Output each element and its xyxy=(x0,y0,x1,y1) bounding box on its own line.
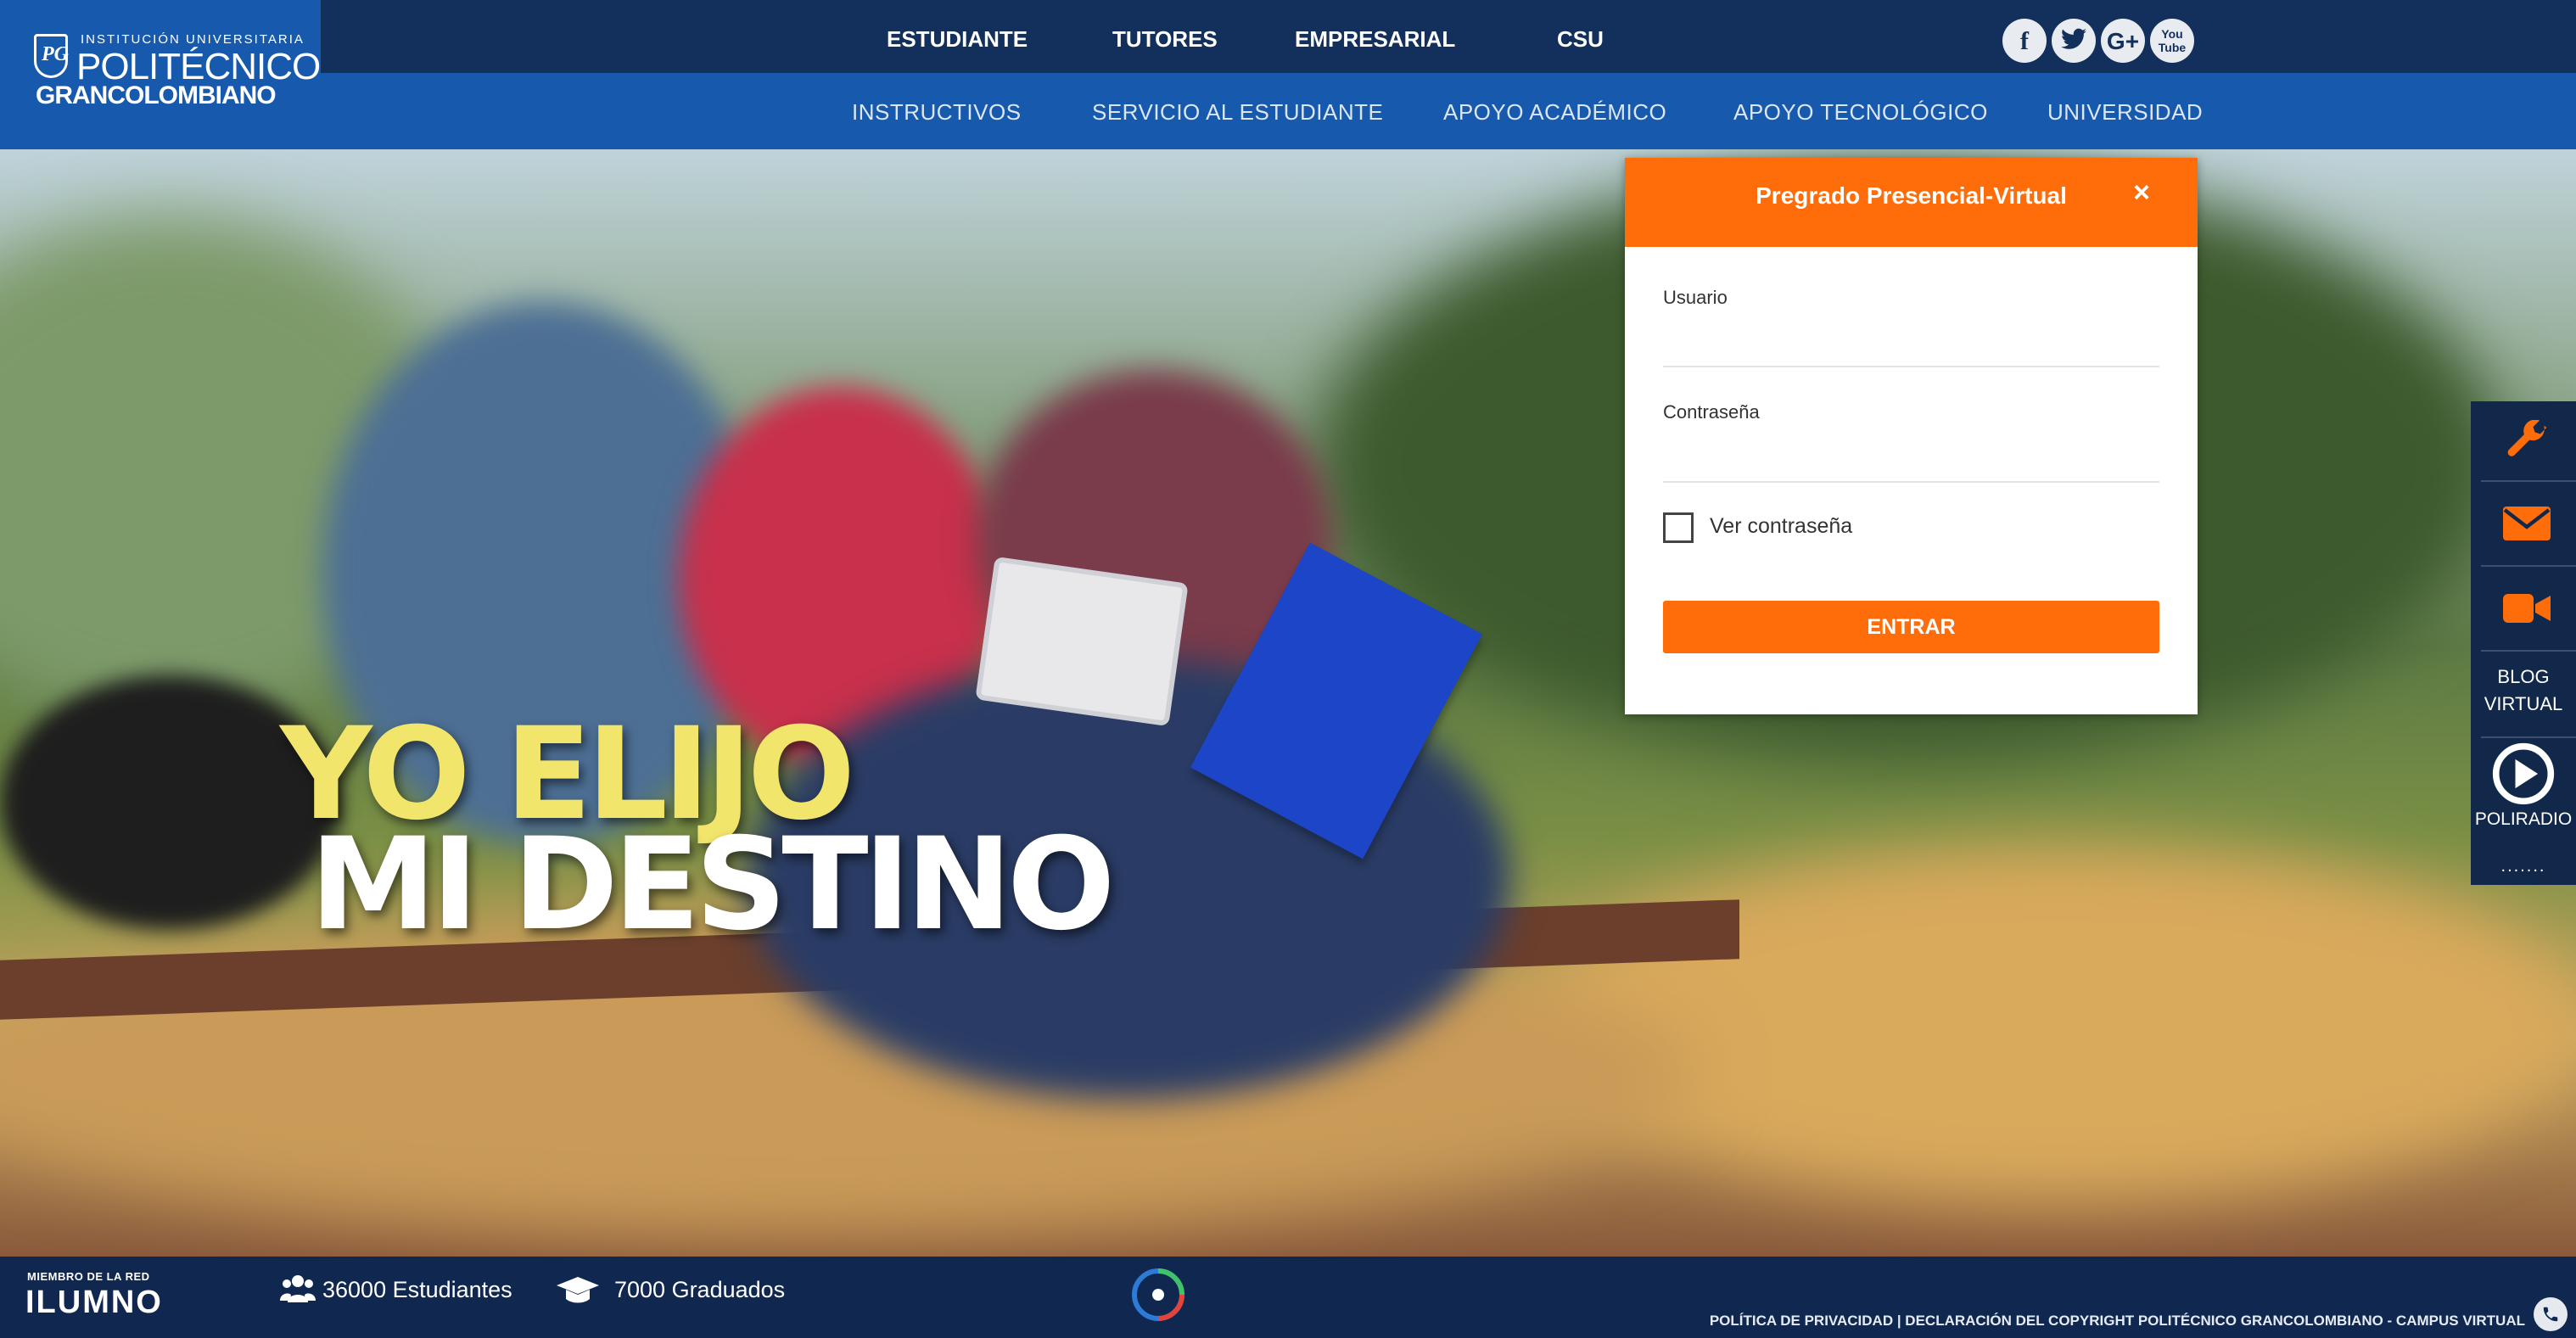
login-title: Pregrado Presencial-Virtual xyxy=(1756,182,2067,209)
logo-monogram-icon: PG xyxy=(34,34,69,78)
poliradio-label: POLIRADIO xyxy=(2474,809,2573,829)
subnav-universidad[interactable]: UNIVERSIDAD xyxy=(2047,73,2203,149)
tablet-device xyxy=(975,556,1189,727)
youtube-icon[interactable]: You Tube xyxy=(2150,19,2194,63)
side-toolbar: BLOG VIRTUAL POLIRADIO ....... xyxy=(2471,401,2576,885)
login-header: Pregrado Presencial-Virtual × xyxy=(1625,158,2198,247)
blog-label-line2: VIRTUAL xyxy=(2484,693,2563,714)
subnav-apoyo-tecnologico[interactable]: APOYO TECNOLÓGICO xyxy=(1733,73,1988,149)
show-password-label[interactable]: Ver contraseña xyxy=(1710,514,1852,539)
video-camera-icon xyxy=(2503,594,2551,623)
password-label: Contraseña xyxy=(1663,401,1760,423)
blog-label-line1: BLOG xyxy=(2497,666,2550,687)
ilumno-network-label: MIEMBRO DE LA RED xyxy=(27,1270,150,1283)
nav-csu[interactable]: CSU xyxy=(1557,0,1604,73)
legal-links[interactable]: POLÍTICA DE PRIVACIDAD | DECLARACIÓN DEL… xyxy=(1710,1313,2525,1330)
nav-empresarial[interactable]: EMPRESARIAL xyxy=(1295,0,1455,73)
twitter-icon[interactable] xyxy=(2052,19,2096,63)
password-input[interactable] xyxy=(1663,434,2159,471)
poliradio-button[interactable]: POLIRADIO xyxy=(2471,738,2576,840)
users-icon xyxy=(280,1275,316,1302)
login-panel: Pregrado Presencial-Virtual × Usuario Co… xyxy=(1625,158,2198,714)
usuario-input[interactable] xyxy=(1663,319,2159,356)
play-circle-icon xyxy=(2492,742,2555,805)
facebook-icon[interactable]: f xyxy=(2002,19,2047,63)
footer-bar: MIEMBRO DE LA RED ILUMNO 36000 Estudiant… xyxy=(0,1257,2576,1338)
subnav-apoyo-academico[interactable]: APOYO ACADÉMICO xyxy=(1443,73,1666,149)
graduates-count: 7000 Graduados xyxy=(614,1277,786,1302)
subnav-servicio-al-estudiante[interactable]: SERVICIO AL ESTUDIANTE xyxy=(1092,73,1383,149)
hero-headline-line2: MI DESTINO xyxy=(310,811,1115,959)
graduation-cap-icon xyxy=(557,1277,599,1303)
phone-icon[interactable] xyxy=(2534,1297,2568,1331)
ilumno-logo[interactable]: ILUMNO xyxy=(25,1285,163,1321)
nav-estudiante[interactable]: ESTUDIANTE xyxy=(887,0,1028,73)
blog-virtual-button[interactable]: BLOG VIRTUAL xyxy=(2471,652,2576,736)
show-password-checkbox[interactable] xyxy=(1663,512,1694,543)
logo-institution-text: INSTITUCIÓN UNIVERSITARIA xyxy=(81,32,305,47)
wrench-icon xyxy=(2507,420,2547,456)
students-count: 36000 Estudiantes xyxy=(322,1277,512,1302)
tools-button[interactable] xyxy=(2471,401,2576,480)
google-plus-icon[interactable]: G+ xyxy=(2101,19,2145,63)
entrar-button[interactable]: ENTRAR xyxy=(1663,601,2159,653)
close-icon[interactable]: × xyxy=(2133,176,2150,210)
usuario-underline xyxy=(1663,366,2159,367)
usuario-label: Usuario xyxy=(1663,287,1728,308)
mail-button[interactable] xyxy=(2471,482,2576,565)
nav-tutores[interactable]: TUTORES xyxy=(1112,0,1218,73)
video-button[interactable] xyxy=(2471,567,2576,650)
background-wall xyxy=(1527,845,2576,1201)
sidebar-more[interactable]: ....... xyxy=(2471,853,2576,880)
logo-subname-text: GRANCOLOMBIANO xyxy=(36,81,277,109)
password-underline xyxy=(1663,481,2159,483)
subnav-instructivos[interactable]: INSTRUCTIVOS xyxy=(852,73,1022,149)
brand-logo[interactable]: PG INSTITUCIÓN UNIVERSITARIA POLITÉCNICO… xyxy=(0,0,321,149)
envelope-icon xyxy=(2503,507,2551,540)
loading-spinner-icon xyxy=(1132,1268,1184,1321)
